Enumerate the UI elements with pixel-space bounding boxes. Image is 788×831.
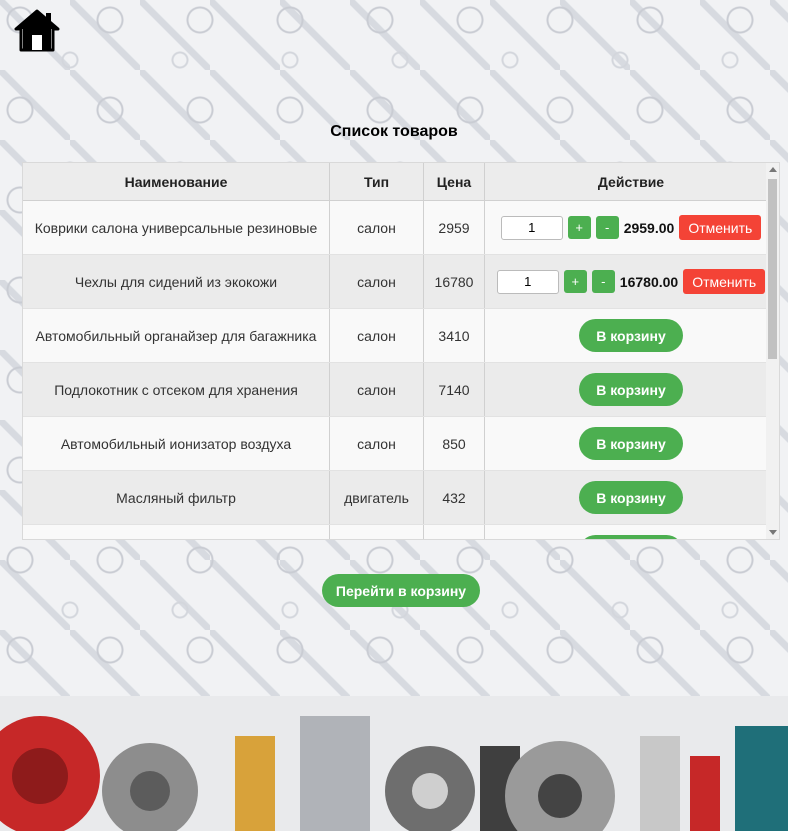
add-to-cart-button[interactable]: В корзину <box>579 481 683 514</box>
table-row: Подлокотник с отсеком для хранения салон… <box>23 362 778 417</box>
product-action: В корзину <box>484 470 778 525</box>
line-total: 2959.00 <box>623 219 675 236</box>
quantity-controls: + - 2959.00 Отменить <box>486 215 776 240</box>
product-price: 3410 <box>423 308 485 363</box>
product-price: 2959 <box>423 200 485 255</box>
go-to-cart-button[interactable]: Перейти в корзину <box>322 574 480 607</box>
product-type: двигатель <box>329 470 424 525</box>
cancel-button[interactable]: Отменить <box>679 215 762 240</box>
product-type: салон <box>329 308 424 363</box>
page-title: Список товаров <box>330 123 458 140</box>
product-action: В корзину <box>484 308 778 363</box>
product-price: 7140 <box>423 362 485 417</box>
product-price: 1120 <box>423 524 485 539</box>
product-name: Автомобильный органайзер для багажника <box>23 308 330 363</box>
product-name: Свеча зажигания <box>23 524 330 539</box>
line-total: 16780.00 <box>619 273 679 290</box>
decrease-button[interactable]: - <box>595 216 619 239</box>
product-price: 432 <box>423 470 485 525</box>
product-type: салон <box>329 200 424 255</box>
home-icon[interactable] <box>14 8 60 52</box>
decrease-button[interactable]: - <box>591 270 615 293</box>
product-action: В корзину <box>484 362 778 417</box>
products-table: Наименование Тип Цена Действие Коврики с… <box>23 163 778 539</box>
products-table-container[interactable]: Наименование Тип Цена Действие Коврики с… <box>22 162 780 540</box>
product-action: В корзину <box>484 524 778 539</box>
product-price: 16780 <box>423 254 485 309</box>
product-name: Коврики салона универсальные резиновые <box>23 200 330 255</box>
table-row: Свеча зажигания двигатель 1120 В корзину <box>23 524 778 539</box>
add-to-cart-button[interactable]: В корзину <box>579 427 683 460</box>
scroll-down-icon[interactable] <box>769 530 777 535</box>
product-name: Масляный фильтр <box>23 470 330 525</box>
product-action: + - 16780.00 Отменить <box>484 254 778 309</box>
header-price: Цена <box>423 163 485 201</box>
quantity-controls: + - 16780.00 Отменить <box>486 269 776 294</box>
product-name: Чехлы для сидений из экокожи <box>23 254 330 309</box>
table-row: Автомобильный ионизатор воздуха салон 85… <box>23 416 778 471</box>
scroll-thumb[interactable] <box>768 179 777 359</box>
header-name: Наименование <box>23 163 330 201</box>
auto-parts-image <box>0 696 788 831</box>
add-to-cart-button[interactable]: В корзину <box>579 535 683 539</box>
product-type: салон <box>329 416 424 471</box>
add-to-cart-button[interactable]: В корзину <box>579 373 683 406</box>
quantity-input[interactable] <box>496 269 559 294</box>
table-row: Коврики салона универсальные резиновые с… <box>23 200 778 255</box>
quantity-input[interactable] <box>500 215 563 240</box>
product-name: Подлокотник с отсеком для хранения <box>23 362 330 417</box>
product-name: Автомобильный ионизатор воздуха <box>23 416 330 471</box>
header-type: Тип <box>329 163 424 201</box>
product-action: В корзину <box>484 416 778 471</box>
table-row: Автомобильный органайзер для багажника с… <box>23 308 778 363</box>
product-action: + - 2959.00 Отменить <box>484 200 778 255</box>
cancel-button[interactable]: Отменить <box>683 269 766 294</box>
product-type: двигатель <box>329 524 424 539</box>
product-type: салон <box>329 254 424 309</box>
scroll-up-icon[interactable] <box>769 167 777 172</box>
product-price: 850 <box>423 416 485 471</box>
product-type: салон <box>329 362 424 417</box>
add-to-cart-button[interactable]: В корзину <box>579 319 683 352</box>
header-action: Действие <box>484 163 778 201</box>
table-scrollbar[interactable] <box>766 163 779 539</box>
increase-button[interactable]: + <box>563 270 587 293</box>
table-row: Чехлы для сидений из экокожи салон 16780… <box>23 254 778 309</box>
increase-button[interactable]: + <box>567 216 591 239</box>
table-row: Масляный фильтр двигатель 432 В корзину <box>23 470 778 525</box>
